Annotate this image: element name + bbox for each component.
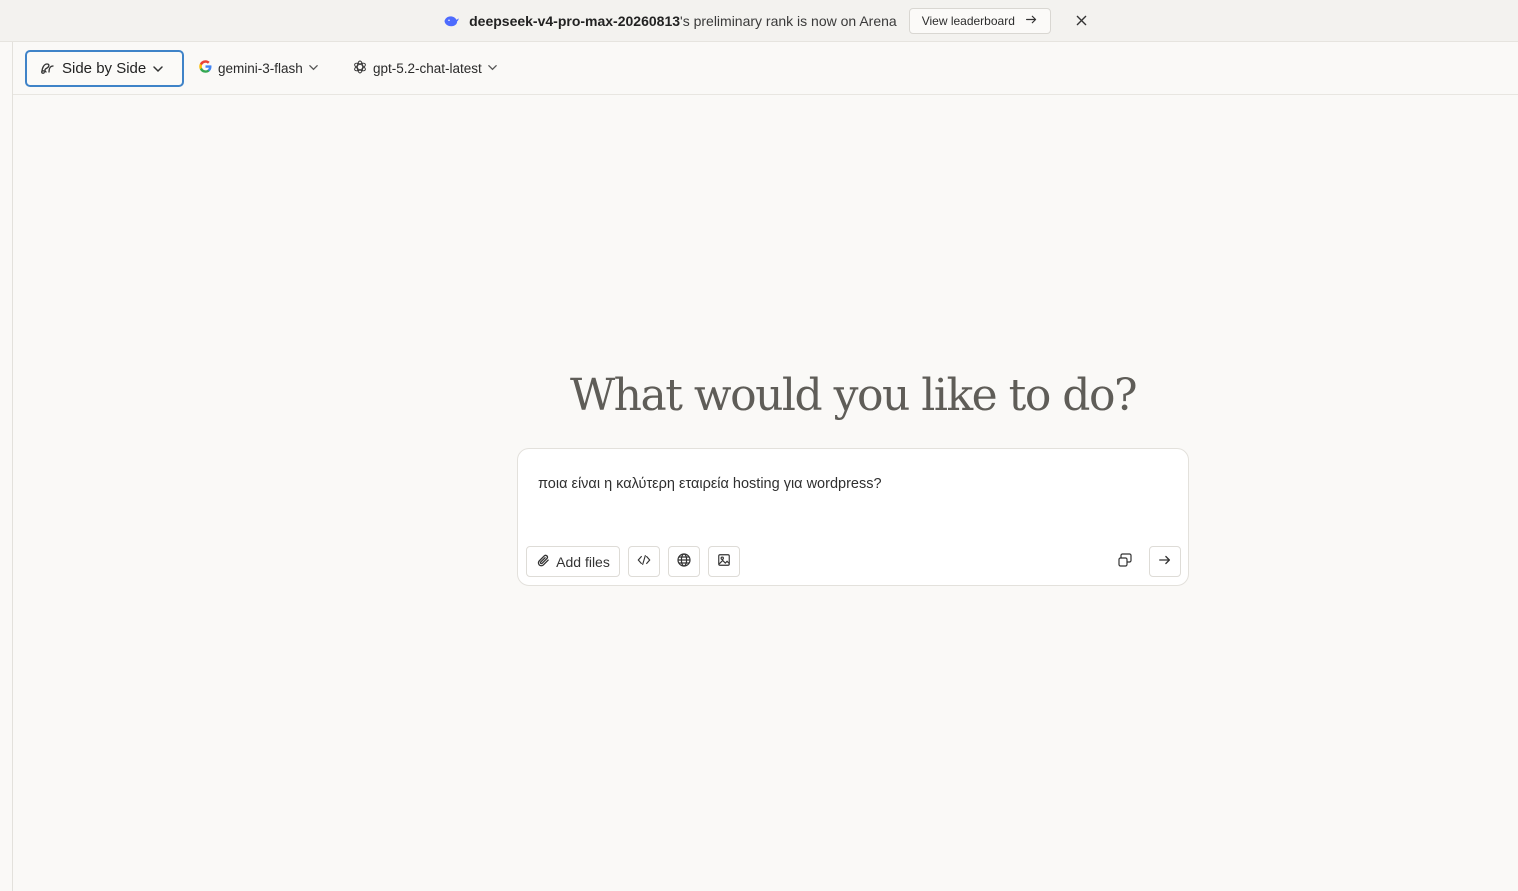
banner-message: deepseek-v4-pro-max-20260813's prelimina…: [469, 13, 897, 29]
google-icon: [198, 59, 213, 77]
sidebar-edge: [0, 42, 13, 891]
model-a-label: gemini-3-flash: [218, 60, 303, 76]
model-a-selector[interactable]: gemini-3-flash: [198, 56, 320, 80]
model-b-selector[interactable]: gpt-5.2-chat-latest: [352, 56, 499, 80]
mode-label: Side by Side: [62, 60, 147, 77]
arrow-right-icon: [1025, 13, 1038, 29]
chevron-down-icon: [152, 63, 164, 75]
code-button[interactable]: [628, 546, 660, 577]
banner-message-suffix: 's preliminary rank is now on Arena: [680, 12, 897, 29]
add-files-label: Add files: [556, 553, 610, 570]
mode-selector[interactable]: Side by Side: [25, 50, 184, 87]
side-by-side-icon: [40, 59, 56, 79]
paperclip-icon: [536, 553, 551, 571]
chevron-down-icon: [308, 62, 320, 74]
arrow-right-icon: [1158, 553, 1172, 570]
model-b-label: gpt-5.2-chat-latest: [373, 60, 482, 76]
view-leaderboard-label: View leaderboard: [921, 13, 1015, 28]
globe-icon: [676, 552, 692, 571]
image-button[interactable]: [708, 546, 740, 577]
compare-button[interactable]: [1110, 546, 1140, 577]
banner-model-name: deepseek-v4-pro-max-20260813: [469, 12, 681, 29]
web-search-button[interactable]: [668, 546, 700, 577]
chevron-down-icon: [487, 62, 499, 74]
prompt-box: Add files: [517, 448, 1189, 586]
send-button[interactable]: [1149, 546, 1181, 577]
announcement-banner: deepseek-v4-pro-max-20260813's prelimina…: [0, 0, 1518, 42]
prompt-input[interactable]: [538, 473, 1158, 495]
openai-icon: [352, 59, 368, 78]
whale-icon: [443, 12, 461, 30]
code-icon: [637, 553, 651, 570]
add-files-button[interactable]: Add files: [526, 546, 620, 577]
image-icon: [717, 553, 731, 570]
page-title: What would you like to do?: [569, 370, 1138, 421]
close-icon[interactable]: [1073, 12, 1091, 30]
model-toolbar: Side by Side gemini-3-flash gpt-5.2-chat…: [13, 42, 1518, 95]
view-leaderboard-button[interactable]: View leaderboard: [908, 7, 1051, 34]
compare-icon: [1117, 552, 1133, 571]
